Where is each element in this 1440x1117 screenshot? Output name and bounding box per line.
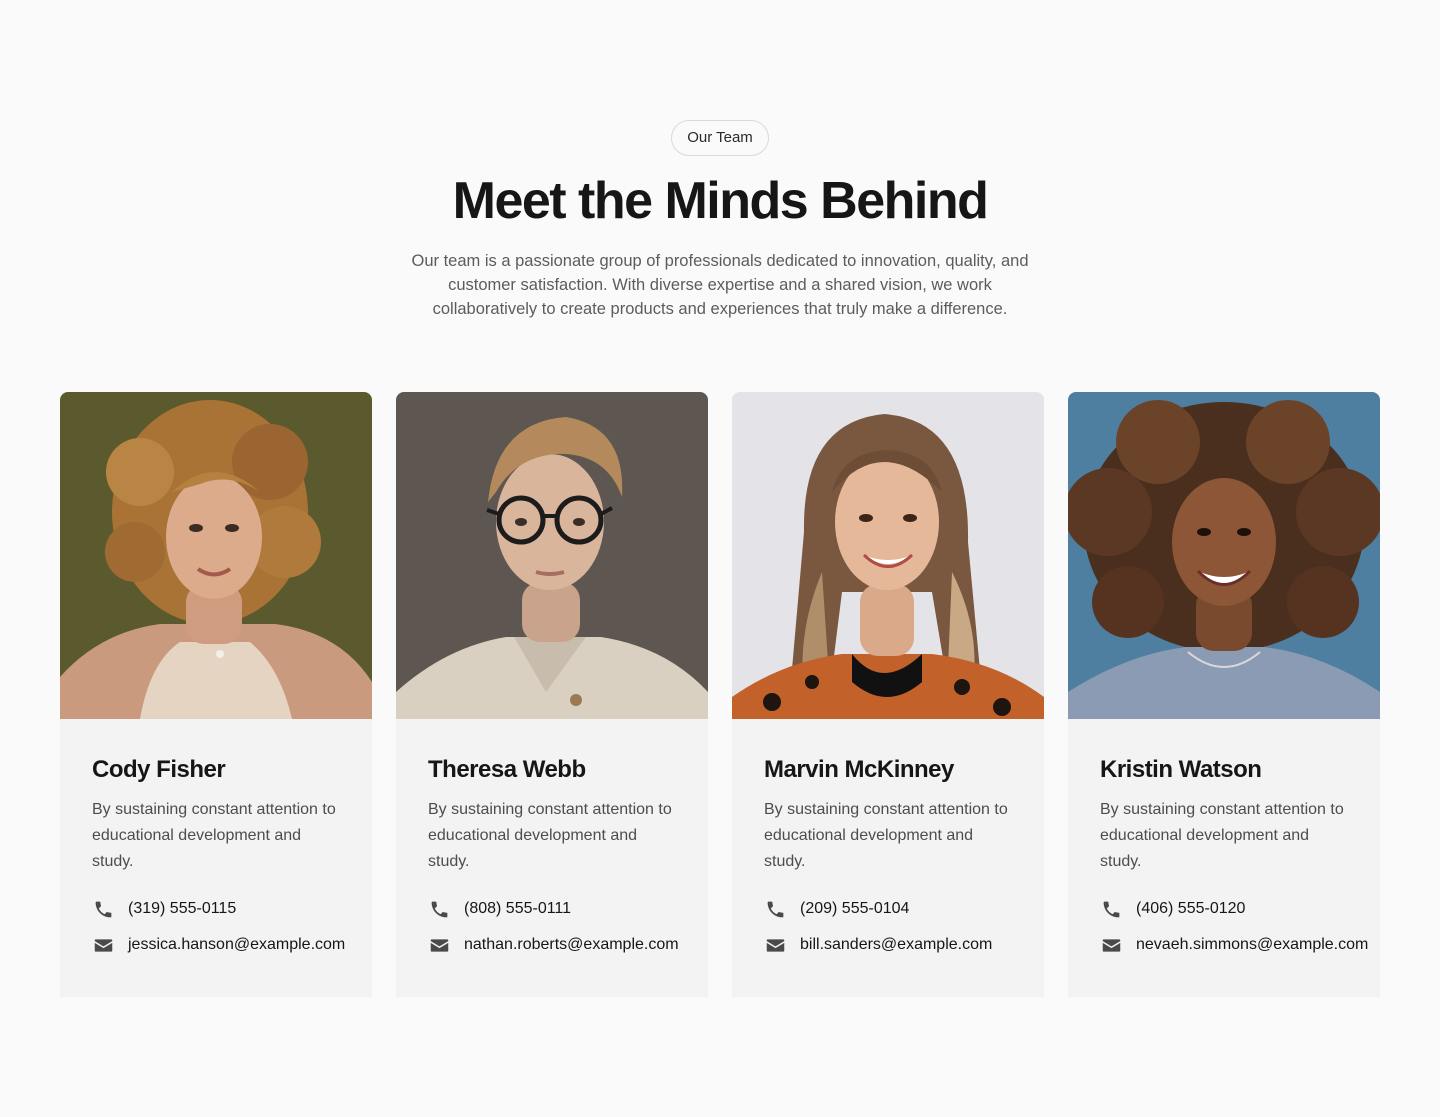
member-phone[interactable]: (406) 555-0120 <box>1100 897 1380 921</box>
phone-icon <box>764 898 786 920</box>
team-section: Our Team Meet the Minds Behind Our team … <box>0 0 1440 1117</box>
member-phone[interactable]: (319) 555-0115 <box>92 897 372 921</box>
member-phone[interactable]: (209) 555-0104 <box>764 897 1044 921</box>
card-body: Marvin McKinney By sustaining constant a… <box>764 719 1044 953</box>
card-body: Cody Fisher By sustaining constant atten… <box>92 719 372 953</box>
member-name: Theresa Webb <box>428 756 586 783</box>
card-body: Kristin Watson By sustaining constant at… <box>1100 719 1380 953</box>
phone-icon <box>92 898 114 920</box>
mail-icon <box>764 934 786 956</box>
team-card: Kristin Watson By sustaining constant at… <box>1068 392 1380 997</box>
member-email[interactable]: nathan.roberts@example.com <box>428 933 708 957</box>
email-text: jessica.hanson@example.com <box>128 936 346 953</box>
email-text: nathan.roberts@example.com <box>464 936 679 953</box>
section-header: Our Team Meet the Minds Behind Our team … <box>0 120 1440 321</box>
team-card: Theresa Webb By sustaining constant atte… <box>396 392 708 997</box>
member-name: Cody Fisher <box>92 756 226 783</box>
member-photo <box>60 392 372 719</box>
member-photo <box>396 392 708 719</box>
member-name: Kristin Watson <box>1100 756 1262 783</box>
member-email[interactable]: bill.sanders@example.com <box>764 933 1044 957</box>
email-text: bill.sanders@example.com <box>800 936 993 953</box>
mail-icon <box>1100 934 1122 956</box>
phone-icon <box>428 898 450 920</box>
member-email[interactable]: jessica.hanson@example.com <box>92 933 372 957</box>
member-bio: By sustaining constant attention to educ… <box>764 801 1008 870</box>
mail-icon <box>428 934 450 956</box>
section-title: Meet the Minds Behind <box>452 172 989 230</box>
member-photo <box>732 392 1044 719</box>
section-subtitle: Our team is a passionate group of profes… <box>411 252 1029 318</box>
phone-icon <box>1100 898 1122 920</box>
email-text: nevaeh.simmons@example.com <box>1136 936 1369 953</box>
mail-icon <box>92 934 114 956</box>
member-bio: By sustaining constant attention to educ… <box>92 801 336 870</box>
team-card: Marvin McKinney By sustaining constant a… <box>732 392 1044 997</box>
member-phone[interactable]: (808) 555-0111 <box>428 897 708 921</box>
phone-text: (319) 555-0115 <box>128 900 237 917</box>
member-name: Marvin McKinney <box>764 756 954 783</box>
phone-text: (209) 555-0104 <box>800 900 910 917</box>
phone-text: (406) 555-0120 <box>1136 900 1246 917</box>
card-body: Theresa Webb By sustaining constant atte… <box>428 719 708 953</box>
team-card: Cody Fisher By sustaining constant atten… <box>60 392 372 997</box>
team-grid: Cody Fisher By sustaining constant atten… <box>60 392 1380 997</box>
member-bio: By sustaining constant attention to educ… <box>1100 801 1344 870</box>
member-photo <box>1068 392 1380 719</box>
phone-text: (808) 555-0111 <box>464 900 572 917</box>
member-email[interactable]: nevaeh.simmons@example.com <box>1100 933 1380 957</box>
section-badge: Our Team <box>671 120 769 156</box>
member-bio: By sustaining constant attention to educ… <box>428 801 672 870</box>
